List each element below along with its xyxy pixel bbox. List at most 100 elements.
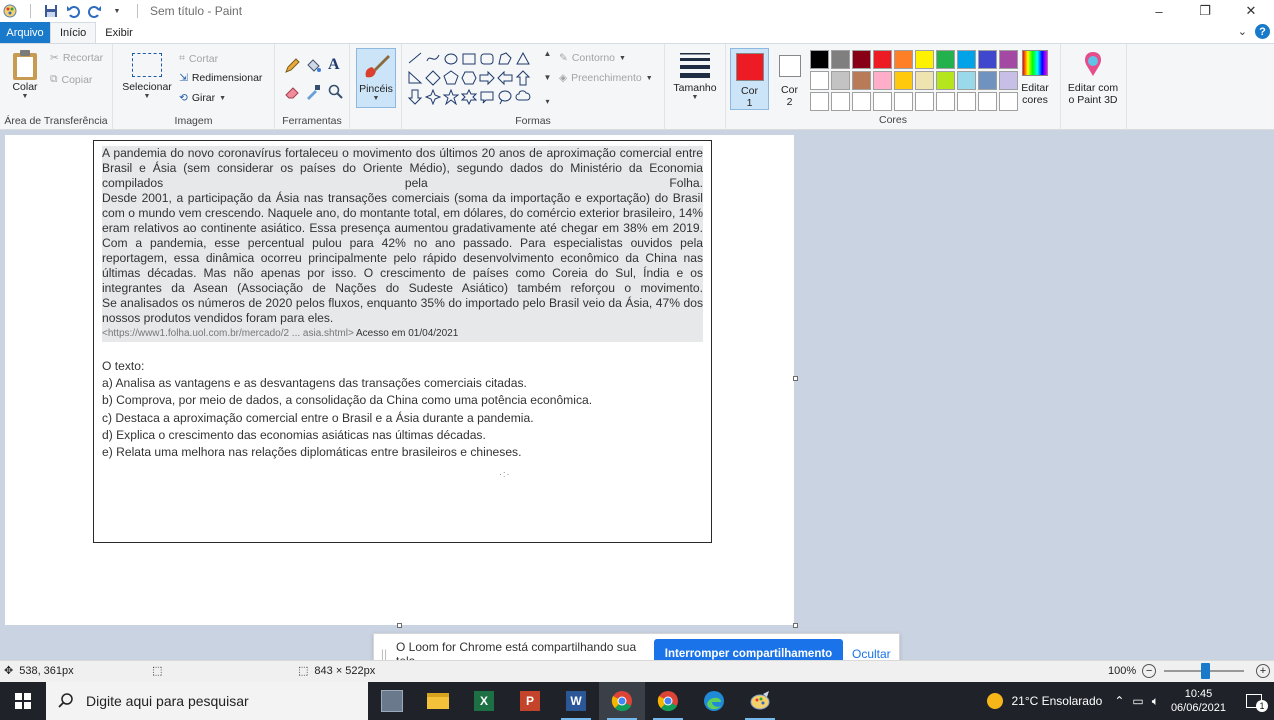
outline-button[interactable]: ✎ Contorno ▼ <box>559 52 626 64</box>
taskbar-app-paint[interactable] <box>737 682 783 720</box>
edit-colors-button[interactable]: Editar cores <box>1015 50 1055 106</box>
cut-button[interactable]: ✂ Recortar <box>50 52 103 64</box>
taskbar-app-word[interactable]: W <box>553 682 599 720</box>
select-dropdown-icon[interactable]: ▼ <box>144 93 151 100</box>
palette-swatch[interactable] <box>852 50 871 69</box>
tab-home[interactable]: Início <box>50 22 97 43</box>
palette-swatch[interactable] <box>915 71 934 90</box>
palette-swatch[interactable] <box>873 50 892 69</box>
palette-swatch[interactable] <box>852 71 871 90</box>
line-shape-icon[interactable] <box>406 49 424 68</box>
color-picker-icon[interactable] <box>305 84 321 100</box>
weather-text[interactable]: 21°C Ensolarado <box>1011 694 1102 708</box>
taskbar-app-powerpoint[interactable]: P <box>507 682 553 720</box>
resize-handle-bottom[interactable] <box>397 623 402 628</box>
palette-swatch[interactable] <box>978 50 997 69</box>
five-point-star-shape-icon[interactable] <box>442 87 460 106</box>
magnifier-icon[interactable] <box>328 84 344 100</box>
taskbar-search[interactable]: Digite aqui para pesquisar <box>46 682 368 720</box>
up-arrow-shape-icon[interactable] <box>514 68 532 87</box>
palette-swatch[interactable] <box>810 50 829 69</box>
palette-swatch[interactable] <box>831 71 850 90</box>
paint-app-icon[interactable] <box>2 3 18 19</box>
paste-dropdown-icon[interactable]: ▼ <box>22 93 29 100</box>
rounded-rectangle-shape-icon[interactable] <box>478 49 496 68</box>
palette-swatch[interactable] <box>810 71 829 90</box>
palette-swatch[interactable] <box>915 50 934 69</box>
network-icon[interactable]: ▭ <box>1132 694 1143 708</box>
redo-icon[interactable] <box>87 3 103 19</box>
palette-swatch[interactable] <box>831 50 850 69</box>
palette-swatch[interactable] <box>957 71 976 90</box>
palette-swatch[interactable] <box>957 92 976 111</box>
show-hidden-icons-icon[interactable]: ⌃ <box>1114 694 1124 708</box>
zoom-slider-thumb[interactable] <box>1201 663 1210 679</box>
curve-shape-icon[interactable] <box>424 49 442 68</box>
cloud-callout-shape-icon[interactable] <box>514 87 532 106</box>
collapse-ribbon-icon[interactable]: ⌄ <box>1238 25 1247 38</box>
palette-swatch[interactable] <box>810 92 829 111</box>
rectangle-shape-icon[interactable] <box>460 49 478 68</box>
canvas[interactable]: A pandemia do novo coronavírus fortalece… <box>5 135 794 625</box>
left-arrow-shape-icon[interactable] <box>496 68 514 87</box>
taskbar-app-excel[interactable]: X <box>461 682 507 720</box>
size-button[interactable]: Tamanho ▼ <box>673 52 717 101</box>
oval-shape-icon[interactable] <box>442 49 460 68</box>
resize-button[interactable]: ⇲ Redimensionar <box>179 72 262 84</box>
start-button[interactable] <box>0 682 45 720</box>
minimize-button[interactable]: – <box>1136 0 1182 22</box>
text-tool-icon[interactable]: A <box>328 56 340 74</box>
palette-swatch[interactable] <box>978 71 997 90</box>
palette-swatch[interactable] <box>915 92 934 111</box>
scroll-up-icon[interactable]: ▲ <box>544 49 552 58</box>
palette-swatch[interactable] <box>894 50 913 69</box>
customize-quick-access-icon[interactable]: ▼ <box>109 3 125 19</box>
scroll-down-icon[interactable]: ▼ <box>544 73 552 82</box>
fill-bucket-icon[interactable] <box>305 58 321 74</box>
palette-swatch[interactable] <box>831 92 850 111</box>
maximize-button[interactable]: ❐ <box>1182 0 1228 22</box>
tab-file[interactable]: Arquivo <box>0 22 50 43</box>
taskbar-app-chrome-profile[interactable] <box>645 682 691 720</box>
pencil-icon[interactable] <box>284 58 300 74</box>
save-icon[interactable] <box>43 3 59 19</box>
palette-swatch[interactable] <box>894 92 913 111</box>
taskbar-app-explorer-window[interactable] <box>369 682 415 720</box>
volume-icon[interactable]: 🔈︎ <box>1152 694 1159 709</box>
palette-swatch[interactable] <box>852 92 871 111</box>
palette-swatch[interactable] <box>978 92 997 111</box>
color1-button[interactable]: Cor 1 <box>730 48 769 110</box>
help-icon[interactable]: ? <box>1255 24 1270 39</box>
drag-handle-icon[interactable]: || <box>374 647 394 661</box>
rounded-callout-shape-icon[interactable] <box>478 87 496 106</box>
close-button[interactable]: ✕ <box>1228 0 1274 22</box>
resize-handle-corner[interactable] <box>793 623 798 628</box>
palette-swatch[interactable] <box>936 71 955 90</box>
hexagon-shape-icon[interactable] <box>460 68 478 87</box>
taskbar-app-edge[interactable] <box>691 682 737 720</box>
fill-button[interactable]: ◈ Preenchimento ▼ <box>559 72 653 84</box>
hide-button[interactable]: Ocultar <box>852 647 891 661</box>
resize-handle-right[interactable] <box>793 376 798 381</box>
palette-swatch[interactable] <box>936 50 955 69</box>
taskbar-app-file-explorer[interactable] <box>415 682 461 720</box>
copy-button[interactable]: ⧉ Copiar <box>50 73 92 86</box>
palette-swatch[interactable] <box>957 50 976 69</box>
shapes-gallery-scroll[interactable]: ▲ ▼ ▾ <box>542 49 553 106</box>
triangle-shape-icon[interactable] <box>514 49 532 68</box>
tab-view[interactable]: Exibir <box>96 22 142 43</box>
zoom-in-icon[interactable]: + <box>1256 664 1270 678</box>
paste-button[interactable]: Colar ▼ <box>6 49 44 100</box>
clock[interactable]: 10:45 06/06/2021 <box>1171 687 1226 715</box>
pentagon-shape-icon[interactable] <box>442 68 460 87</box>
more-shapes-icon[interactable]: ▾ <box>545 97 549 106</box>
right-arrow-shape-icon[interactable] <box>478 68 496 87</box>
palette-swatch[interactable] <box>873 71 892 90</box>
palette-swatch[interactable] <box>894 71 913 90</box>
polygon-shape-icon[interactable] <box>496 49 514 68</box>
eraser-icon[interactable] <box>284 84 300 100</box>
notifications-icon[interactable]: 1 <box>1234 694 1274 712</box>
palette-swatch[interactable] <box>936 92 955 111</box>
select-button[interactable]: Selecionar ▼ <box>119 53 175 100</box>
undo-icon[interactable] <box>65 3 81 19</box>
